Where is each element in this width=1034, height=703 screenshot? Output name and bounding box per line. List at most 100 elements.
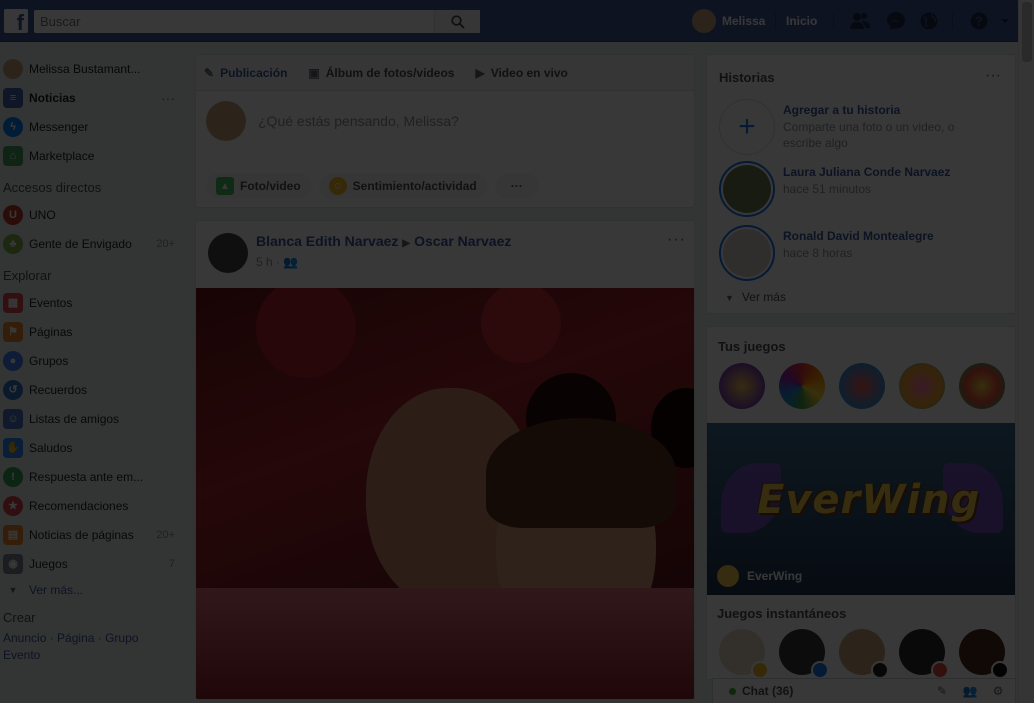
everwing-logo: EverWing <box>757 477 981 523</box>
divider <box>833 13 834 29</box>
sidebar-item-label: Saludos <box>29 440 73 455</box>
sidebar-item-recomendaciones[interactable]: ★ Recomendaciones <box>0 491 185 520</box>
sidebar-item-eventos[interactable]: ▦ Eventos <box>0 288 185 317</box>
stories-see-more[interactable]: ▼ Ver más <box>725 290 786 304</box>
sidebar-item-paginas[interactable]: ⚑ Páginas <box>0 317 185 346</box>
story-author: Ronald David Montealegre <box>783 229 934 243</box>
chevron-down-icon: ▼ <box>8 585 18 595</box>
instant-game-avatar[interactable] <box>779 629 829 679</box>
chevron-down-icon: ▼ <box>725 293 734 303</box>
group-icon: U <box>3 204 23 225</box>
composer-placeholder[interactable]: ¿Qué estás pensando, Melissa? <box>258 113 459 129</box>
game-badge-icon <box>931 661 949 679</box>
post-timestamp[interactable]: 5 h <box>256 255 273 269</box>
sidebar-item-label: Recomendaciones <box>29 498 129 513</box>
explore-heading: Explorar <box>3 268 52 283</box>
messenger-icon[interactable] <box>885 11 907 31</box>
more-actions-button[interactable]: ··· <box>494 173 539 199</box>
badge-count: 7 <box>168 557 175 570</box>
notifications-icon[interactable] <box>918 11 940 31</box>
post-target[interactable]: Oscar Narvaez <box>414 233 511 249</box>
game-icon[interactable] <box>719 363 765 409</box>
post-author[interactable]: Blanca Edith Narvaez <box>256 233 398 249</box>
gear-icon[interactable]: ⚙ <box>989 682 1007 700</box>
news-feed-icon: ≡ <box>3 87 23 108</box>
create-group-link[interactable]: Grupo <box>105 631 138 645</box>
create-event-link[interactable]: Evento <box>3 648 40 662</box>
sidebar-item-juegos[interactable]: ◉ Juegos 7 <box>0 549 185 578</box>
game-icon[interactable] <box>839 363 885 409</box>
page-scrollbar[interactable] <box>1018 0 1034 703</box>
instant-game-avatar[interactable] <box>719 629 769 679</box>
tab-live-video[interactable]: ▶ Video en vivo <box>475 66 567 80</box>
post-options-button[interactable]: ··· <box>667 231 686 249</box>
top-navigation-bar: f Melissa Inicio ? <box>0 0 1034 42</box>
sidebar-item-news-feed[interactable]: ≡ Noticias ··· <box>0 83 185 112</box>
sidebar-item-respuesta-ante-emergencias[interactable]: ! Respuesta ante em... <box>0 462 185 491</box>
story-item[interactable]: Ronald David Montealegre hace 8 horas <box>719 225 993 281</box>
sidebar-item-label: Grupos <box>29 353 69 368</box>
tab-album[interactable]: ▣ Álbum de fotos/videos <box>308 66 454 80</box>
feeling-activity-button[interactable]: ☺ Sentimiento/actividad <box>318 173 487 199</box>
more-options-icon[interactable]: ··· <box>161 90 175 106</box>
game-icon[interactable] <box>959 363 1005 409</box>
account-menu-icon[interactable] <box>998 11 1012 31</box>
everwing-banner[interactable]: EverWing EverWing <box>707 423 1015 595</box>
instant-game-avatar[interactable] <box>959 629 1009 679</box>
post-photo[interactable] <box>196 288 694 699</box>
avatar <box>206 101 246 141</box>
add-story-subtitle: Comparte una foto o un video, o escribe … <box>783 120 955 150</box>
poke-icon: ✋ <box>3 437 23 458</box>
gamepad-icon: ◉ <box>3 553 23 574</box>
sidebar-item-messenger[interactable]: ϟ Messenger <box>0 112 185 141</box>
facebook-logo-icon[interactable]: f <box>4 9 28 33</box>
left-sidebar: Melissa Bustamant... ≡ Noticias ··· ϟ Me… <box>0 54 185 664</box>
divider <box>775 13 776 29</box>
sidebar-item-marketplace[interactable]: ⌂ Marketplace <box>0 141 185 170</box>
profile-link[interactable]: Melissa <box>692 9 765 33</box>
stories-panel: Historias ··· + Agregar a tu historia Co… <box>706 54 1016 314</box>
sidebar-item-label: Messenger <box>29 119 89 134</box>
game-badge-icon <box>751 661 769 679</box>
composer-input-area[interactable]: ¿Qué estás pensando, Melissa? <box>206 101 459 141</box>
tab-label: Video en vivo <box>490 65 568 80</box>
sidebar-item-label: Marketplace <box>29 148 95 163</box>
add-story[interactable]: + Agregar a tu historia Comparte una fot… <box>719 99 993 155</box>
home-link[interactable]: Inicio <box>786 14 817 28</box>
compose-icon[interactable]: ✎ <box>933 682 951 700</box>
tab-publicacion[interactable]: ✎ Publicación <box>204 66 287 80</box>
sidebar-item-uno[interactable]: U UNO <box>0 200 185 229</box>
tab-label: Álbum de fotos/videos <box>325 65 455 80</box>
group-icon: ♣ <box>3 233 23 254</box>
sidebar-item-label: Juegos <box>29 556 68 571</box>
story-item[interactable]: Laura Juliana Conde Narvaez hace 51 minu… <box>719 161 993 217</box>
create-page-link[interactable]: Página <box>57 631 94 645</box>
story-time: hace 8 horas <box>783 246 853 260</box>
game-icon[interactable] <box>899 363 945 409</box>
instant-game-avatar[interactable] <box>899 629 949 679</box>
balloon <box>481 288 561 363</box>
friend-requests-icon[interactable] <box>849 11 871 31</box>
sidebar-item-gente-de-envigado[interactable]: ♣ Gente de Envigado 20+ <box>0 229 185 258</box>
sidebar-item-noticias-de-paginas[interactable]: ▤ Noticias de páginas 20+ <box>0 520 185 549</box>
sidebar-item-listas-de-amigos[interactable]: ☺ Listas de amigos <box>0 404 185 433</box>
help-icon[interactable]: ? <box>968 11 990 31</box>
sidebar-item-profile[interactable]: Melissa Bustamant... <box>0 54 185 83</box>
add-people-icon[interactable]: 👥 <box>961 682 979 700</box>
see-more-link[interactable]: ▼ Ver más... <box>0 578 185 602</box>
avatar[interactable] <box>208 233 248 273</box>
search-input[interactable] <box>34 10 434 33</box>
create-ad-link[interactable]: Anuncio <box>3 631 46 645</box>
photo-video-button[interactable]: ▲ Foto/video <box>206 173 311 199</box>
stories-options-button[interactable]: ··· <box>985 67 1001 85</box>
sidebar-item-recuerdos[interactable]: ↺ Recuerdos <box>0 375 185 404</box>
game-icon[interactable] <box>779 363 825 409</box>
scrollbar-thumb[interactable] <box>1022 2 1032 62</box>
sidebar-item-saludos[interactable]: ✋ Saludos <box>0 433 185 462</box>
search-icon[interactable] <box>434 10 480 33</box>
recommendations-icon: ★ <box>3 495 23 516</box>
photo-icon: ▲ <box>216 177 234 195</box>
sidebar-item-grupos[interactable]: ● Grupos <box>0 346 185 375</box>
instant-game-avatar[interactable] <box>839 629 889 679</box>
chat-bar[interactable]: Chat (36) ✎ 👥 ⚙ <box>712 678 1016 703</box>
